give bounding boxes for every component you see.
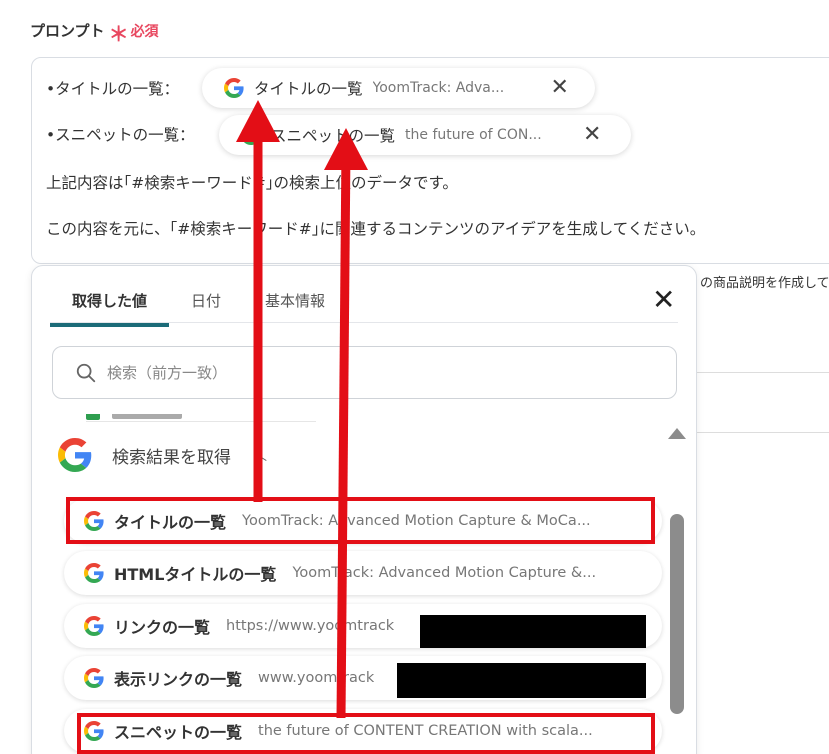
group-title: 検索結果を取得 [112,447,231,468]
google-icon [84,668,104,688]
required-asterisk: ＊ [108,21,129,46]
item-value: www.yoomtrack [258,670,375,686]
search-icon [76,363,96,382]
item-label: 表示リンクの一覧 [114,670,243,689]
chip-value: the future of CON... [405,127,542,143]
list-item-html-title-list[interactable]: HTMLタイトルの一覧 YoomTrack: Advanced Motion C… [64,551,662,595]
background-divider [695,432,829,433]
google-icon [84,563,104,583]
chevron-up-icon[interactable]: ︿ [253,445,267,465]
prompt-field-label: プロンプト ＊ 必須 [30,20,159,46]
item-label: リンクの一覧 [114,618,211,637]
tab-basic-info[interactable]: 基本情報 [243,284,347,325]
google-icon [58,438,92,472]
required-badge: ＊ 必須 [108,21,159,46]
variable-chip-snippet-list[interactable]: スニペットの一覧 the future of CON... ✕ [219,115,631,155]
prompt-line-snippet-label: •スニペットの一覧： [46,126,195,144]
chip-value: YoomTrack: Adva... [372,80,505,96]
chip-remove-icon[interactable]: ✕ [551,77,569,99]
prompt-line-3: 上記内容は｢#検索キーワード#｣の検索上位のデータです。 [46,174,458,192]
panel-tabs: 取得した値 日付 基本情報 [50,284,347,327]
list-divider [86,421,316,422]
tab-date[interactable]: 日付 [169,284,243,325]
variable-chip-title-list[interactable]: タイトルの一覧 YoomTrack: Adva... ✕ [202,68,595,108]
scrollbar-thumb[interactable] [670,514,684,714]
item-value: https://www.yoomtrack [226,618,395,634]
search-input[interactable] [107,363,627,382]
redaction-box [420,615,646,648]
highlight-box-snippet-list [77,713,655,754]
google-icon [224,78,244,98]
search-box[interactable] [52,346,677,399]
highlight-box-title-list [66,497,655,544]
required-text: 必須 [130,23,159,40]
redaction-box [397,663,646,698]
prompt-line-title-label: •タイトルの一覧： [46,80,180,98]
chip-label: タイトルの一覧 [254,80,363,98]
background-divider [695,372,829,373]
group-header-search-results[interactable]: 検索結果を取得 ︿ [58,438,267,472]
field-label-text: プロンプト [30,22,105,40]
item-label: HTMLタイトルの一覧 [114,565,277,584]
google-icon [84,616,104,636]
prompt-line-4: この内容を元に、｢#検索キーワード#｣に関連するコンテンツのアイデアを生成してく… [46,220,706,238]
tab-divider [50,322,678,323]
tab-acquired-values[interactable]: 取得した値 [50,284,170,327]
chip-remove-icon[interactable]: ✕ [583,124,601,146]
scrollbar[interactable] [668,428,686,754]
close-icon[interactable]: ✕ [652,286,675,314]
item-value: YoomTrack: Advanced Motion Capture &... [292,565,597,581]
google-icon [241,125,261,145]
background-hint-text: の商品説明を作成して [700,276,829,291]
chip-label: スニペットの一覧 [271,127,396,145]
scroll-up-arrow-icon[interactable] [668,428,686,439]
